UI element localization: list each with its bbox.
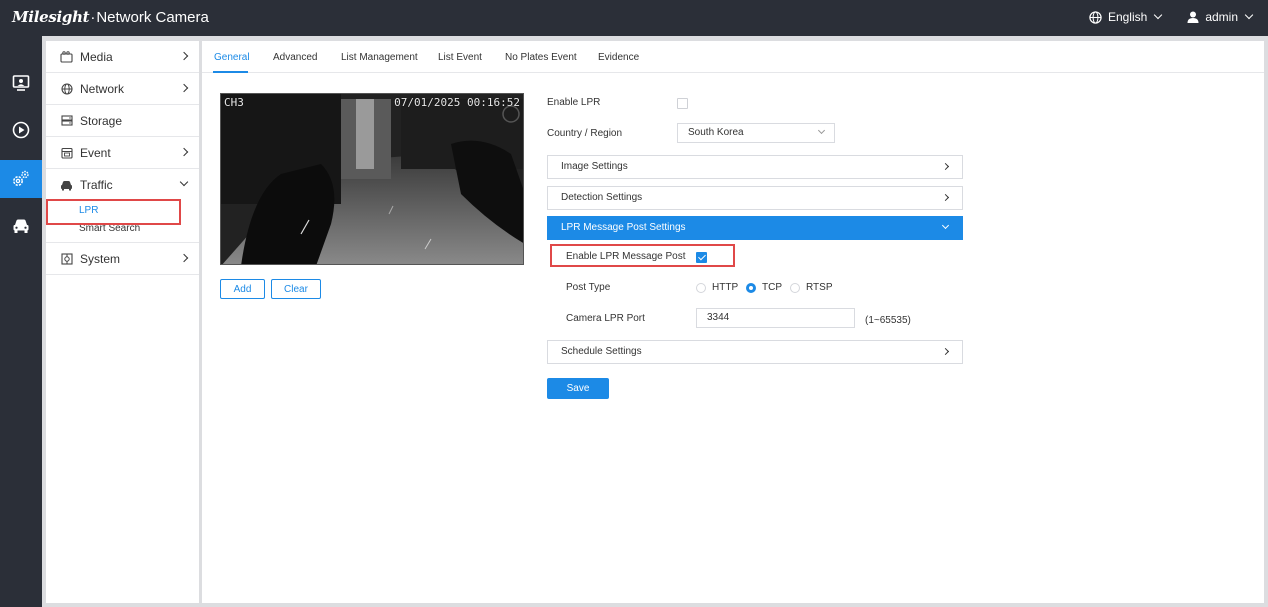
brand: Milesight·Network Camera <box>12 8 209 26</box>
active-tab-indicator <box>213 71 248 73</box>
live-video-preview[interactable]: CH3 07/01/2025 00:16:52 <box>220 93 524 265</box>
osd-channel: CH3 <box>224 96 244 109</box>
language-selector[interactable]: English <box>1089 10 1163 24</box>
chevron-down-icon <box>179 177 189 187</box>
enable-lpr-checkbox[interactable] <box>677 98 688 109</box>
chevron-down-icon <box>1154 10 1163 20</box>
camera-scene <box>221 94 523 264</box>
save-button[interactable]: Save <box>547 378 609 399</box>
country-region-value: South Korea <box>688 127 744 138</box>
chevron-right-icon <box>179 83 189 93</box>
settings-menu: Media Network Storage Event Traffic LPR … <box>46 41 199 603</box>
language-label: English <box>1107 10 1148 24</box>
car-icon <box>60 179 73 192</box>
section-title: Schedule Settings <box>561 346 642 357</box>
top-bar: Milesight·Network Camera English admin <box>0 0 1268 36</box>
chevron-down-icon <box>817 126 826 135</box>
tab-general[interactable]: General <box>214 52 250 63</box>
sidebar-item-traffic[interactable]: Traffic <box>46 169 199 201</box>
chevron-down-icon <box>941 221 950 230</box>
detection-settings-section[interactable]: Detection Settings <box>547 186 963 210</box>
traffic-submenu: LPR Smart Search <box>46 199 199 243</box>
tab-bar: General Advanced List Management List Ev… <box>202 41 1264 73</box>
section-title: Detection Settings <box>561 192 643 203</box>
event-icon <box>60 146 73 159</box>
tab-no-plates-event[interactable]: No Plates Event <box>505 52 577 63</box>
camera-lpr-port-value: 3344 <box>707 312 730 323</box>
osd-timestamp: 07/01/2025 00:16:52 <box>394 96 520 109</box>
live-view-icon <box>12 75 30 91</box>
storage-icon <box>60 114 73 127</box>
lpr-message-post-settings-section[interactable]: LPR Message Post Settings <box>547 216 963 240</box>
post-type-rtsp-radio[interactable] <box>790 283 800 293</box>
section-title: Image Settings <box>561 161 628 172</box>
sidebar-item-label: Media <box>80 49 113 64</box>
sidebar-item-storage[interactable]: Storage <box>46 105 199 137</box>
chevron-right-icon <box>941 347 950 356</box>
chevron-right-icon <box>179 147 189 157</box>
sidebar-subitem-lpr[interactable]: LPR <box>46 201 199 221</box>
sidebar-item-system[interactable]: System <box>46 243 199 275</box>
camera-lpr-port-range: (1~65535) <box>865 315 911 326</box>
system-icon <box>60 252 73 265</box>
post-type-http-label: HTTP <box>712 282 739 293</box>
enable-message-post-label: Enable LPR Message Post <box>566 251 686 262</box>
enable-lpr-label: Enable LPR <box>547 97 601 108</box>
globe-icon <box>1089 10 1102 24</box>
camera-lpr-port-label: Camera LPR Port <box>566 313 645 324</box>
playback-icon <box>12 121 30 139</box>
country-region-select[interactable]: South Korea <box>677 123 835 143</box>
chevron-right-icon <box>941 162 950 171</box>
post-type-tcp-radio[interactable] <box>746 283 756 293</box>
post-type-rtsp-label: RTSP <box>806 282 833 293</box>
post-type-tcp-label: TCP <box>762 282 782 293</box>
sidebar-item-media[interactable]: Media <box>46 41 199 73</box>
tab-evidence[interactable]: Evidence <box>598 52 639 63</box>
add-button[interactable]: Add <box>220 279 265 299</box>
brand-logo: Milesight <box>12 8 90 26</box>
tab-list-management[interactable]: List Management <box>341 52 418 63</box>
tab-list-event[interactable]: List Event <box>438 52 482 63</box>
chevron-right-icon <box>179 51 189 61</box>
rail-traffic[interactable] <box>0 207 42 245</box>
globe-icon <box>60 82 73 95</box>
sidebar-item-label: Network <box>80 81 125 96</box>
settings-icon <box>13 170 29 186</box>
enable-message-post-checkbox[interactable] <box>696 252 707 263</box>
sidebar-subitem-smart-search[interactable]: Smart Search <box>46 221 199 237</box>
icon-rail <box>0 36 42 607</box>
post-type-label: Post Type <box>566 282 611 293</box>
brand-separator: · <box>90 9 96 26</box>
rail-settings[interactable] <box>0 160 42 198</box>
main-panel: General Advanced List Management List Ev… <box>202 41 1264 603</box>
brand-product: Network Camera <box>96 9 209 26</box>
vehicle-icon <box>13 219 29 233</box>
sidebar-item-label: System <box>80 251 121 266</box>
user-name: admin <box>1205 10 1238 24</box>
rail-live-view[interactable] <box>0 64 42 102</box>
chevron-down-icon <box>1244 10 1254 20</box>
image-settings-section[interactable]: Image Settings <box>547 155 963 179</box>
clear-button[interactable]: Clear <box>271 279 321 299</box>
tab-advanced[interactable]: Advanced <box>273 52 317 63</box>
sidebar-item-network[interactable]: Network <box>46 73 199 105</box>
country-region-label: Country / Region <box>547 128 623 139</box>
camera-lpr-port-input[interactable]: 3344 <box>696 308 855 328</box>
chevron-right-icon <box>941 193 950 202</box>
section-title: LPR Message Post Settings <box>561 222 686 233</box>
sidebar-item-event[interactable]: Event <box>46 137 199 169</box>
sidebar-item-label: Storage <box>80 113 123 128</box>
sidebar-item-label: Event <box>80 145 111 160</box>
media-icon <box>60 50 73 63</box>
chevron-right-icon <box>179 253 189 263</box>
sidebar-item-label: Traffic <box>80 178 113 192</box>
rail-playback[interactable] <box>0 111 42 149</box>
user-menu[interactable]: admin <box>1187 10 1254 24</box>
user-icon <box>1187 11 1199 23</box>
schedule-settings-section[interactable]: Schedule Settings <box>547 340 963 364</box>
post-type-http-radio[interactable] <box>696 283 706 293</box>
